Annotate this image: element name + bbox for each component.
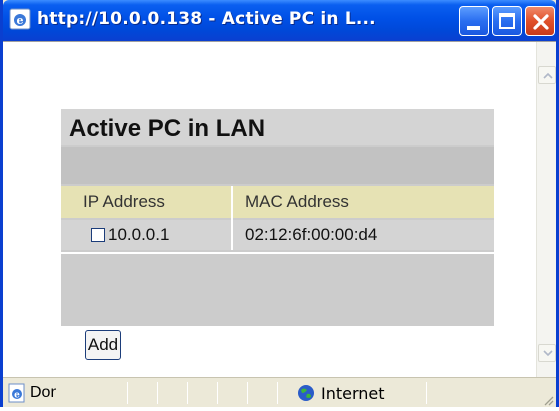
svg-text:e: e <box>17 14 24 27</box>
status-text: Done <box>30 384 56 401</box>
svg-text:e: e <box>14 391 20 401</box>
vertical-scrollbar[interactable] <box>536 42 556 377</box>
select-pc-checkbox[interactable] <box>91 228 105 242</box>
column-header-ip: IP Address <box>83 192 165 211</box>
maximize-icon <box>499 13 515 29</box>
ie-icon: e <box>9 8 31 30</box>
table-header: IP Address MAC Address <box>61 186 494 218</box>
minimize-icon <box>467 26 480 30</box>
row-separator <box>61 252 494 254</box>
status-divider <box>426 382 427 404</box>
security-zone-label: Internet <box>321 384 385 403</box>
status-divider <box>247 382 248 404</box>
status-divider <box>277 382 278 404</box>
status-divider <box>157 382 158 404</box>
window-title: http://10.0.0.138 - Active PC in L... <box>37 9 376 29</box>
close-button[interactable] <box>525 6 555 36</box>
scroll-down-icon <box>543 350 553 357</box>
panel-spacer <box>61 147 494 184</box>
resize-grip-icon[interactable] <box>542 393 554 406</box>
panel-header: Active PC in LAN <box>61 109 494 145</box>
internet-zone-icon <box>297 384 315 402</box>
status-divider <box>187 382 188 404</box>
scroll-down-button[interactable] <box>538 344 556 362</box>
ip-address-cell: 10.0.0.1 <box>108 225 170 244</box>
column-header-mac: MAC Address <box>245 192 349 211</box>
minimize-button[interactable] <box>459 6 489 36</box>
page-done-icon: e <box>7 383 27 403</box>
active-pc-panel: Active PC in LAN IP Address MAC Address … <box>61 109 494 360</box>
scroll-up-icon <box>543 72 553 79</box>
page-content: Active PC in LAN IP Address MAC Address … <box>3 41 556 377</box>
status-divider <box>217 382 218 404</box>
status-divider <box>127 382 128 404</box>
close-icon <box>533 14 549 30</box>
maximize-button[interactable] <box>492 6 522 36</box>
column-divider <box>231 186 233 250</box>
add-button[interactable]: Add <box>85 330 121 360</box>
browser-popup-window: e http://10.0.0.138 - Active PC in L... … <box>0 0 559 407</box>
table-row: 10.0.0.1 02:12:6f:00:00:d4 <box>61 220 494 250</box>
status-bar: e Done Internet <box>3 377 556 407</box>
mac-address-cell: 02:12:6f:00:00:d4 <box>245 225 378 244</box>
title-bar[interactable]: e http://10.0.0.138 - Active PC in L... <box>3 0 556 41</box>
scroll-up-button[interactable] <box>538 66 556 84</box>
page-title: Active PC in LAN <box>69 115 266 142</box>
